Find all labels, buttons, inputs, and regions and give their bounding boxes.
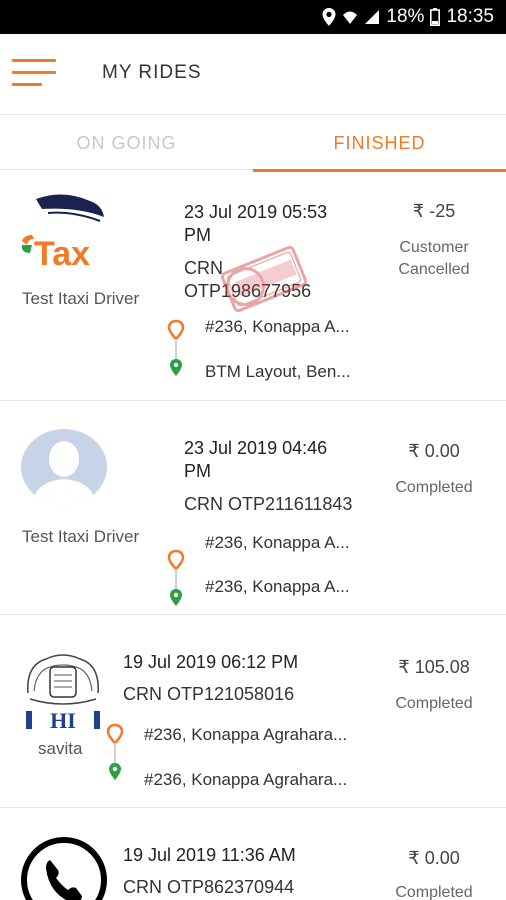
driver-name: savita [38,739,83,758]
app-bar: MY RIDES [0,34,506,114]
ride-datetime: 23 Jul 2019 04:46 PM [184,437,327,483]
cancelled-stamp-icon [220,245,308,313]
pickup-address: #236, Konappa Agrahara... [144,725,348,744]
ride-crn: CRN OTP211611843 [184,494,353,514]
status-bar: 18% 18:35 [0,0,506,34]
drop-address: #236, Konappa A... [205,577,350,596]
battery-icon [430,8,441,26]
ride-fare: ₹ 0.00 [408,848,460,868]
status-line-2: Cancelled [398,261,470,278]
ride-fare: ₹ -25 [412,201,456,221]
ride-datetime: 19 Jul 2019 11:36 AM [123,845,296,865]
drop-address: #236, Konappa Agrahara... [144,770,348,789]
svg-text:Tax: Tax [34,235,90,271]
ride-tabs: ON GOING FINISHED [0,114,506,172]
menu-icon[interactable] [12,57,56,91]
driver-name: Test Itaxi Driver [22,289,140,308]
ride-status: Completed [395,884,473,900]
ride-item[interactable]: 19 Jul 2019 11:36 AM CRN OTP862370944 ₹ … [0,808,506,900]
ride-ampm: PM [184,461,211,481]
ride-crn: CRN OTP121058016 [123,684,295,704]
rides-list: Tax Test Itaxi Driver 23 Jul 2019 05:53 … [0,171,506,900]
avatar-placeholder-icon [20,429,108,505]
wifi-icon [342,9,358,25]
ride-date: 23 Jul 2019 04:46 [184,438,328,458]
clock: 18:35 [446,6,494,27]
ride-status: Customer Cancelled [374,237,494,281]
location-icon [322,8,336,26]
route-icon [167,319,185,376]
pickup-address: #236, Konappa A... [205,317,350,336]
signal-icon [364,9,380,25]
battery-percent: 18% [386,6,425,27]
ride-item[interactable]: Test Itaxi Driver 23 Jul 2019 04:46 PM C… [0,401,506,615]
ride-status: Completed [395,479,473,496]
ride-status: Completed [395,695,473,712]
status-line-1: Customer [399,239,469,256]
ride-item[interactable]: Tax Test Itaxi Driver 23 Jul 2019 05:53 … [0,171,506,401]
svg-text:HI: HI [50,708,76,731]
route-icon [167,549,185,606]
emblem-logo: HI [20,645,106,733]
ride-crn: CRN OTP862370944 [123,877,295,897]
route-icon [106,723,124,780]
ride-item[interactable]: HI savita 19 Jul 2019 06:12 PM CRN OTP12… [0,615,506,808]
tab-ongoing[interactable]: ON GOING [0,115,253,171]
pickup-address: #236, Konappa A... [205,533,350,552]
page-title: MY RIDES [102,62,202,83]
ride-fare: ₹ 0.00 [408,441,460,461]
driver-name: Test Itaxi Driver [22,527,140,546]
tab-finished[interactable]: FINISHED [253,115,506,172]
drop-address: BTM Layout, Ben... [205,362,351,381]
itaxi-logo: Tax [18,191,108,273]
ride-fare: ₹ 105.08 [398,657,470,677]
ride-datetime: 19 Jul 2019 06:12 PM [123,652,299,672]
phone-icon [20,836,108,900]
ride-date: 23 Jul 2019 05:53 [184,202,328,222]
